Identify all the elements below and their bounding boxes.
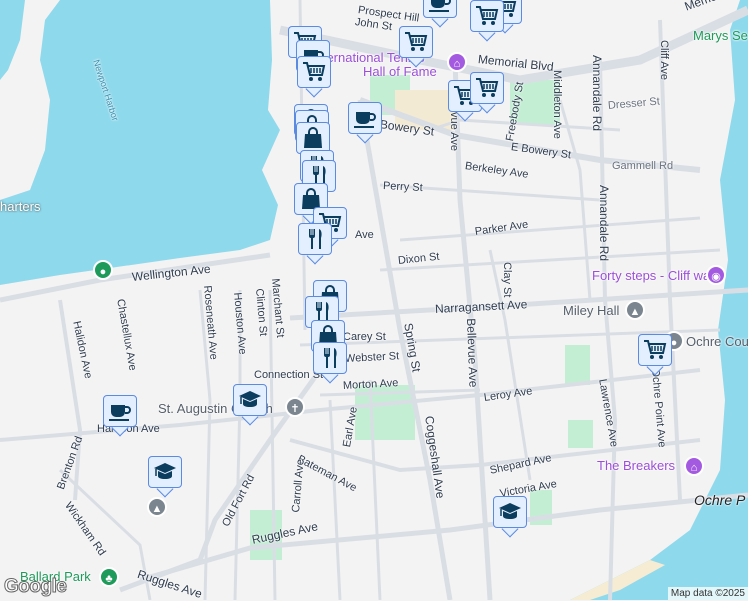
shopping-cart-icon (405, 32, 428, 51)
street-cliff: Cliff Ave (658, 40, 670, 80)
shopping-cart-icon (476, 6, 499, 25)
street-perry: Perry St (382, 180, 423, 195)
poi-the-breakers[interactable]: The Breakers (597, 458, 675, 473)
church-pin-icon[interactable]: ✝ (285, 397, 305, 417)
school-icon (154, 463, 176, 479)
poi-ochre-court[interactable]: Ochre Cou (686, 334, 748, 349)
coffee-marker[interactable] (423, 0, 457, 28)
museum-pin-icon-2[interactable]: ⌂ (684, 456, 704, 476)
coffee-icon (429, 0, 451, 12)
cart-marker[interactable] (470, 72, 504, 114)
street-annandale-2: Annandale Rd (597, 185, 611, 262)
cart-marker[interactable] (470, 0, 504, 42)
shopping-cart-icon (303, 62, 326, 81)
poi-forty-steps[interactable]: Forty steps - Cliff walk (592, 268, 720, 283)
museum-pin-icon[interactable]: ⌂ (447, 52, 467, 72)
camera-pin-icon[interactable]: ◉ (706, 265, 726, 285)
cart-marker[interactable] (399, 26, 433, 68)
poi-miley-hall[interactable]: Miley Hall (563, 303, 619, 318)
marina-pin-icon[interactable]: ● (93, 260, 113, 280)
street-middleton: Middleton Ave (551, 70, 563, 139)
coffee-marker[interactable] (103, 395, 137, 437)
poi-ochre-point: Ochre P (694, 492, 746, 508)
grad-marker[interactable] (148, 456, 182, 498)
restaurant-icon (324, 348, 337, 368)
grad-marker[interactable] (493, 496, 527, 538)
coffee-marker[interactable] (348, 102, 382, 144)
school-pin-icon-2[interactable]: ▲ (147, 497, 167, 517)
fork-marker[interactable] (313, 342, 347, 384)
school-pin-icon[interactable]: ▲ (625, 300, 645, 320)
park-pin-icon[interactable]: ♣ (99, 567, 119, 587)
school-icon (239, 391, 261, 407)
google-logo: Google (3, 576, 67, 598)
street-clay: Clay St (501, 262, 513, 298)
grad-marker[interactable] (233, 384, 267, 426)
cart-marker[interactable] (297, 56, 331, 98)
shopping-cart-icon (644, 340, 667, 359)
coffee-icon (354, 112, 376, 128)
street-gammell: Gammell Rd (612, 160, 674, 172)
shopping-cart-icon (476, 78, 499, 97)
street-bellevue: Bellevue Ave (464, 318, 481, 388)
shopping-bag-icon (304, 127, 322, 148)
poi-charters[interactable]: harters (0, 199, 40, 214)
poi-marys-seat[interactable]: Marys Se (693, 28, 748, 43)
street-ave-fragment: Ave (355, 229, 374, 241)
school-icon (499, 503, 521, 519)
street-carey: Carey St (343, 331, 386, 343)
coffee-icon (109, 405, 131, 421)
fork-marker[interactable] (298, 223, 332, 265)
restaurant-icon (309, 229, 322, 249)
cart-marker[interactable] (638, 334, 672, 376)
map-attribution[interactable]: Map data ©2025 (667, 587, 748, 600)
street-annandale: Annandale Rd (590, 55, 604, 132)
